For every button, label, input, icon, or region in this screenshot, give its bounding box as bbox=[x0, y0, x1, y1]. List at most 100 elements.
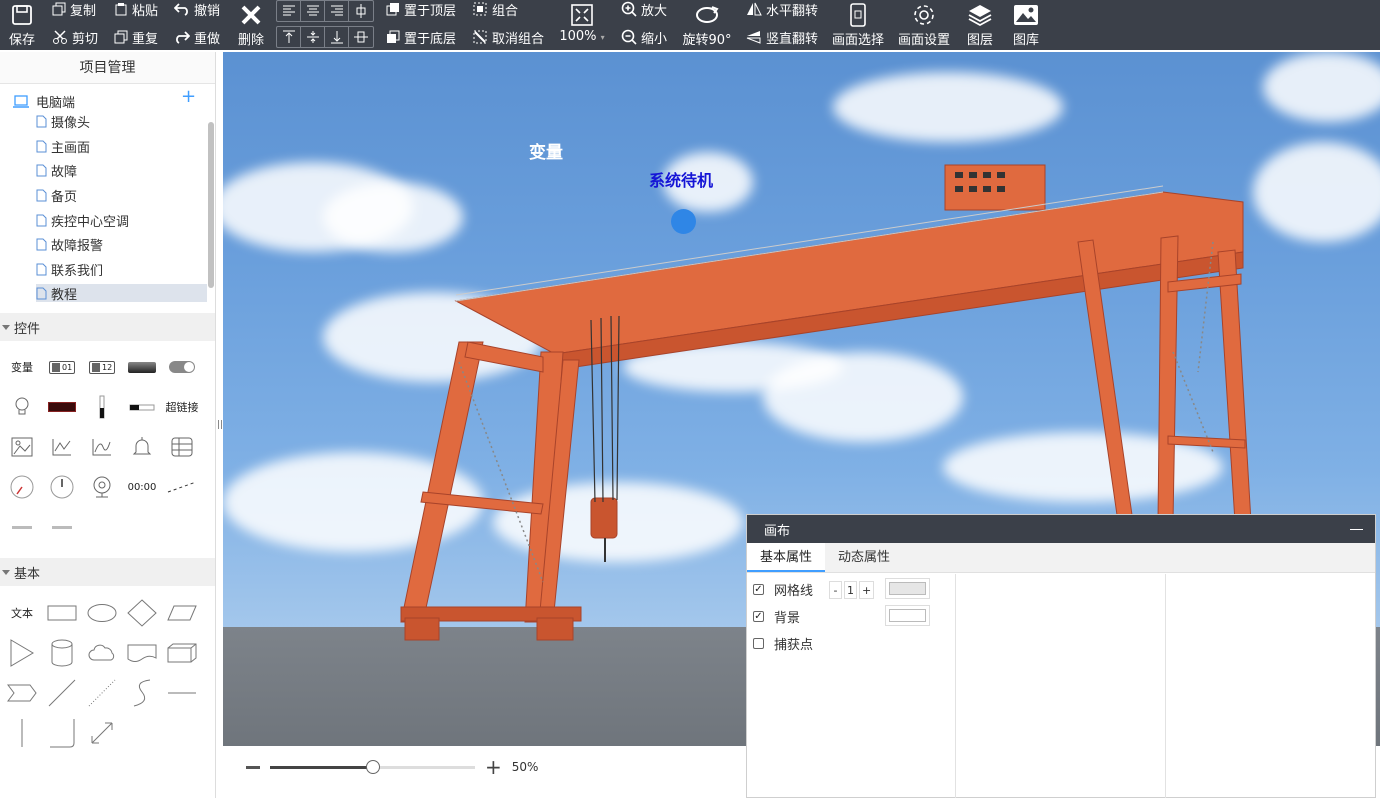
background-color-picker[interactable] bbox=[885, 605, 930, 626]
control-number-12[interactable]: 12 bbox=[82, 352, 122, 382]
shape-ellipse[interactable] bbox=[82, 598, 122, 628]
flip-vertical-button[interactable]: 竖直翻转 bbox=[746, 28, 818, 47]
bring-top-button[interactable]: 置于顶层 bbox=[386, 0, 456, 19]
cut-button[interactable]: 剪切 bbox=[52, 28, 98, 47]
control-toggle[interactable] bbox=[162, 352, 202, 382]
control-time[interactable]: 00:00 bbox=[122, 472, 162, 502]
control-thermometer[interactable] bbox=[82, 392, 122, 422]
delete-button[interactable]: 删除 bbox=[236, 3, 266, 48]
shape-curve[interactable] bbox=[122, 678, 162, 708]
send-bottom-button[interactable]: 置于底层 bbox=[386, 28, 456, 47]
control-gauge-red[interactable] bbox=[2, 472, 42, 502]
align-center-button[interactable] bbox=[301, 1, 325, 21]
shape-parallelogram[interactable] bbox=[162, 598, 202, 628]
grid-size-value[interactable]: 1 bbox=[844, 581, 857, 599]
align-right-button[interactable] bbox=[325, 1, 349, 21]
tree-page-item[interactable]: 教程 bbox=[36, 284, 207, 303]
tree-page-item[interactable]: 联系我们 bbox=[36, 260, 103, 279]
redo-button[interactable]: 重做 bbox=[174, 28, 220, 47]
control-dynamic-text-b[interactable] bbox=[42, 512, 82, 542]
shape-text[interactable]: 文本 bbox=[2, 598, 42, 628]
screen-select-button[interactable]: 画面选择 bbox=[832, 3, 884, 48]
shape-dotted-line[interactable] bbox=[82, 678, 122, 708]
undo-button[interactable]: 撤销 bbox=[174, 0, 220, 19]
copy-button[interactable]: 复制 bbox=[52, 0, 96, 19]
rotate-button[interactable]: 旋转90° bbox=[682, 3, 732, 48]
basic-section-header[interactable]: 基本 bbox=[0, 558, 215, 586]
grid-color-picker[interactable] bbox=[885, 578, 930, 599]
zoom-out-button[interactable]: 缩小 bbox=[621, 28, 667, 47]
control-image[interactable] bbox=[2, 432, 42, 462]
grid-size-increment[interactable]: + bbox=[859, 581, 875, 599]
tree-scrollbar[interactable] bbox=[208, 122, 214, 288]
gallery-button[interactable]: 图库 bbox=[1010, 3, 1042, 48]
align-bottom-button[interactable] bbox=[325, 27, 349, 47]
paste-button[interactable]: 粘贴 bbox=[114, 0, 158, 19]
tree-page-item[interactable]: 疾控中心空调 bbox=[36, 211, 129, 230]
status-indicator-light[interactable] bbox=[671, 209, 696, 234]
flip-horizontal-button[interactable]: 水平翻转 bbox=[746, 0, 818, 19]
shape-hline[interactable] bbox=[162, 678, 202, 708]
controls-section-header[interactable]: 控件 bbox=[0, 313, 215, 341]
shape-document[interactable] bbox=[122, 638, 162, 668]
control-number-01[interactable]: 01 bbox=[42, 352, 82, 382]
shape-elbow[interactable] bbox=[42, 718, 82, 748]
add-page-button[interactable]: + bbox=[181, 88, 196, 106]
tab-basic-properties[interactable]: 基本属性 bbox=[747, 543, 826, 572]
duplicate-button[interactable]: 重复 bbox=[114, 28, 158, 47]
shape-cylinder[interactable] bbox=[42, 638, 82, 668]
align-left-button[interactable] bbox=[277, 1, 301, 21]
snap-checkbox[interactable] bbox=[753, 638, 764, 649]
zoom-slider[interactable] bbox=[270, 759, 475, 774]
control-table[interactable] bbox=[162, 432, 202, 462]
tree-page-item[interactable]: 故障 bbox=[36, 161, 77, 180]
control-progress[interactable] bbox=[122, 392, 162, 422]
control-digital-display[interactable] bbox=[42, 392, 82, 422]
group-button[interactable]: 组合 bbox=[472, 0, 518, 19]
zoom-plus-button[interactable]: + bbox=[485, 757, 502, 777]
screen-settings-button[interactable]: 画面设置 bbox=[898, 3, 950, 48]
background-checkbox[interactable]: ✓ bbox=[753, 611, 764, 622]
shape-cube[interactable] bbox=[162, 638, 202, 668]
canvas-status-text[interactable]: 系统待机 bbox=[649, 167, 713, 191]
tree-page-item[interactable]: 备页 bbox=[36, 186, 77, 205]
zoom-minus-button[interactable] bbox=[246, 765, 260, 769]
shape-double-arrow[interactable] bbox=[82, 718, 122, 748]
control-curve-chart[interactable] bbox=[82, 432, 122, 462]
ungroup-button[interactable]: 取消组合 bbox=[472, 28, 544, 47]
shape-step[interactable] bbox=[2, 678, 42, 708]
save-button[interactable]: 保存 bbox=[6, 3, 38, 48]
control-line-chart[interactable] bbox=[42, 432, 82, 462]
control-dynamic-text-a[interactable] bbox=[2, 512, 42, 542]
control-dash-line[interactable] bbox=[162, 472, 202, 502]
zoom-level-dropdown[interactable]: 100% ▾ bbox=[556, 3, 608, 44]
distribute-horizontal-button[interactable] bbox=[349, 1, 373, 21]
control-alarm[interactable] bbox=[122, 432, 162, 462]
align-middle-button[interactable] bbox=[301, 27, 325, 47]
shape-rectangle[interactable] bbox=[42, 598, 82, 628]
tree-page-item[interactable]: 主画面 bbox=[36, 137, 90, 156]
control-variable[interactable]: 变量 bbox=[2, 352, 42, 382]
control-hyperlink[interactable]: 超链接 bbox=[162, 392, 202, 422]
shape-triangle[interactable] bbox=[2, 638, 42, 668]
control-lightbulb[interactable] bbox=[2, 392, 42, 422]
shape-line[interactable] bbox=[42, 678, 82, 708]
shape-vline[interactable] bbox=[2, 718, 42, 748]
control-button[interactable] bbox=[122, 352, 162, 382]
control-camera[interactable] bbox=[82, 472, 122, 502]
control-gauge[interactable] bbox=[42, 472, 82, 502]
tree-root[interactable]: 电脑端 bbox=[12, 92, 75, 111]
minimize-panel-button[interactable] bbox=[1350, 529, 1363, 530]
shape-cloud[interactable] bbox=[82, 638, 122, 668]
shape-diamond[interactable] bbox=[122, 598, 162, 628]
align-top-button[interactable] bbox=[277, 27, 301, 47]
canvas-variable-text[interactable]: 变量 bbox=[529, 138, 563, 163]
zoom-slider-handle[interactable] bbox=[365, 759, 380, 774]
tree-page-item[interactable]: 摄像头 bbox=[36, 112, 90, 131]
distribute-vertical-button[interactable] bbox=[349, 27, 373, 47]
tab-dynamic-properties[interactable]: 动态属性 bbox=[825, 543, 903, 572]
layers-button[interactable]: 图层 bbox=[964, 3, 996, 48]
zoom-in-button[interactable]: 放大 bbox=[621, 0, 667, 19]
tree-page-item[interactable]: 故障报警 bbox=[36, 235, 103, 254]
grid-checkbox[interactable]: ✓ bbox=[753, 584, 764, 595]
